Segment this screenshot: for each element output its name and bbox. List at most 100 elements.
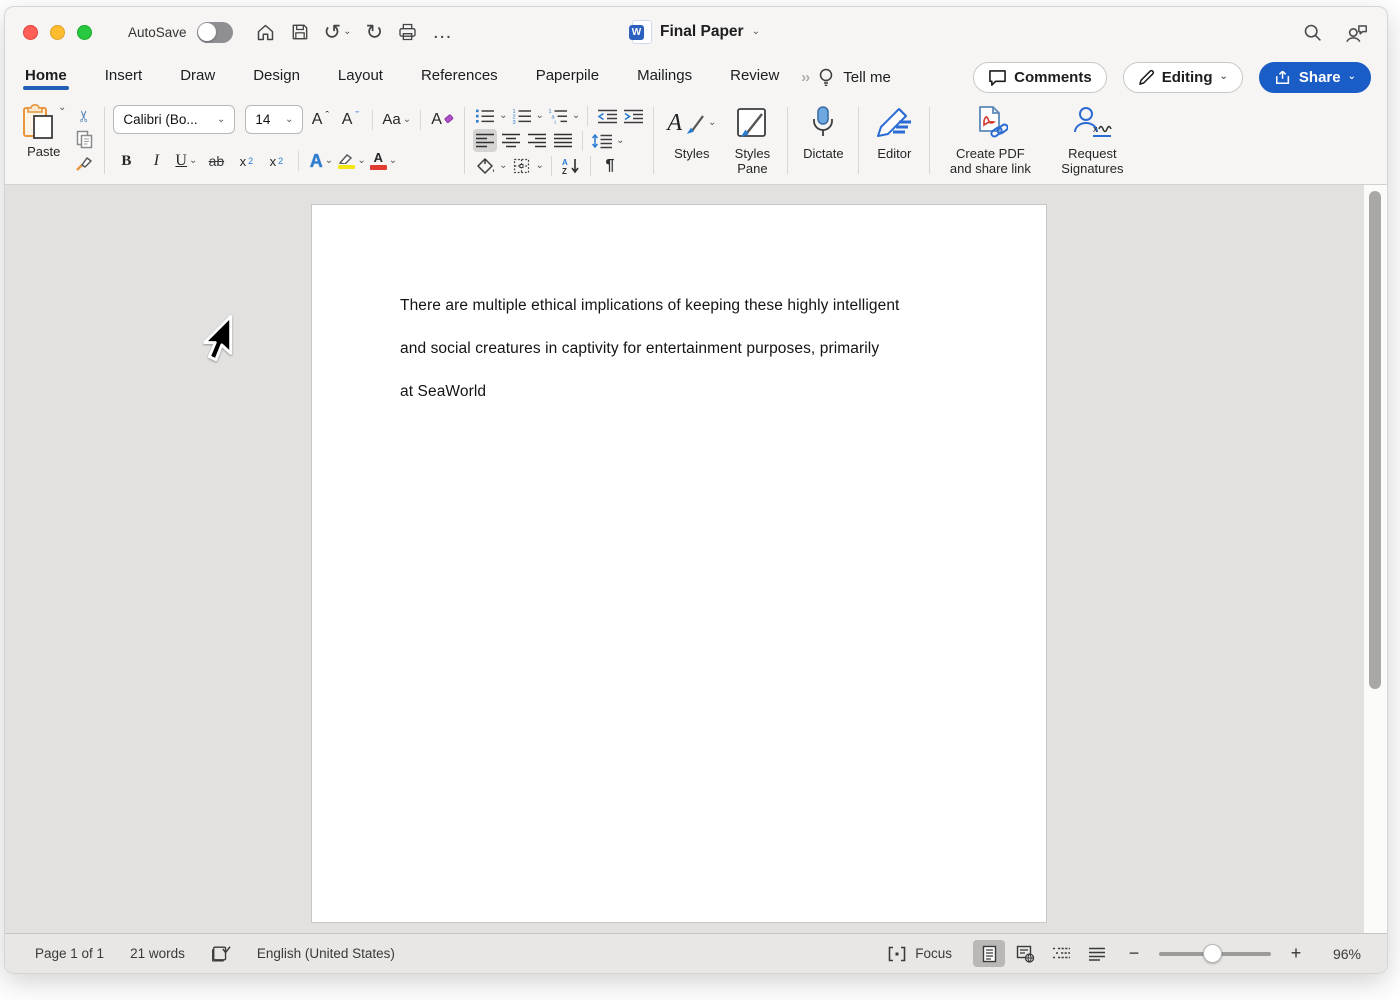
zoom-percentage[interactable]: 96% [1317, 946, 1361, 962]
word-count[interactable]: 21 words [130, 946, 185, 961]
tab-paperpile[interactable]: Paperpile [534, 61, 601, 94]
editor-button[interactable]: Editor [865, 97, 923, 184]
text-effects-button[interactable]: A ⌄ [308, 148, 334, 174]
sort-button[interactable]: AZ [559, 154, 583, 177]
tab-mailings[interactable]: Mailings [635, 61, 694, 94]
title-bar: AutoSave ↺ ⌄ ↻ … W Final Paper ⌄ [5, 7, 1387, 57]
create-pdf-share-link-button[interactable]: Create PDF and share link [936, 97, 1044, 184]
text-line[interactable]: and social creatures in captivity for en… [400, 327, 956, 370]
styles-button[interactable]: A ⌄ Styles [660, 97, 723, 184]
justify-button[interactable] [551, 129, 575, 152]
vertical-scrollbar[interactable] [1363, 185, 1387, 933]
document-title[interactable]: Final Paper [660, 23, 744, 41]
zoom-in-button[interactable]: + [1288, 943, 1304, 964]
subscript-button[interactable]: x2 [233, 148, 259, 174]
borders-button[interactable] [510, 154, 534, 177]
font-color-button[interactable]: A ⌄ [369, 148, 398, 174]
numbering-chevron-icon[interactable]: ⌄ [536, 110, 544, 121]
font-size-combobox[interactable]: 14 ⌄ [245, 105, 304, 134]
styles-pane-button[interactable]: Styles Pane [723, 97, 781, 184]
format-painter-button[interactable] [72, 152, 96, 174]
align-right-button[interactable] [525, 129, 549, 152]
superscript-button[interactable]: x2 [263, 148, 289, 174]
font-color-chevron-icon: ⌄ [388, 155, 398, 166]
multilevel-list-button[interactable]: 1ai [546, 104, 570, 127]
tell-me-button[interactable]: Tell me [843, 69, 891, 86]
sig-label-1: Request [1068, 146, 1117, 161]
tab-design[interactable]: Design [251, 61, 302, 94]
tab-insert[interactable]: Insert [103, 61, 145, 94]
shading-button[interactable] [473, 154, 497, 177]
tab-review[interactable]: Review [728, 61, 781, 94]
share-button[interactable]: Share ⌄ [1258, 61, 1371, 93]
editing-mode-dropdown[interactable]: Editing ⌄ [1122, 61, 1243, 93]
scrollbar-thumb[interactable] [1369, 191, 1381, 689]
tab-overflow-icon[interactable]: ›› [801, 69, 810, 86]
shrink-font-button[interactable]: Aˇ [337, 107, 363, 133]
change-case-button[interactable]: Aa ⌄ [382, 107, 411, 133]
dictate-button[interactable]: Dictate [794, 97, 852, 184]
font-name-combobox[interactable]: Calibri (Bo... ⌄ [113, 105, 236, 134]
print-layout-view-button[interactable] [973, 940, 1005, 967]
cut-button[interactable]: ✂ [72, 105, 96, 127]
underline-chevron-icon: ⌄ [188, 155, 198, 166]
zoom-out-button[interactable]: − [1126, 943, 1142, 964]
grow-font-button[interactable]: Aˆ [307, 107, 333, 133]
highlight-color-button[interactable]: ⌄ [338, 148, 366, 174]
language-status[interactable]: English (United States) [257, 946, 395, 961]
bold-button[interactable]: B [113, 148, 139, 174]
numbering-button[interactable]: 123 [510, 104, 534, 127]
minimize-button[interactable] [50, 24, 65, 40]
shading-chevron-icon[interactable]: ⌄ [499, 160, 507, 171]
zoom-slider[interactable] [1159, 943, 1271, 963]
text-line[interactable]: at SeaWorld [400, 370, 956, 413]
line-spacing-button[interactable] [590, 129, 614, 152]
line-spacing-chevron-icon[interactable]: ⌄ [616, 135, 624, 146]
document-page[interactable]: There are multiple ethical implications … [311, 204, 1047, 923]
underline-button[interactable]: U ⌄ [173, 148, 199, 174]
tab-draw[interactable]: Draw [178, 61, 217, 94]
borders-chevron-icon[interactable]: ⌄ [536, 160, 544, 171]
tab-home[interactable]: Home [23, 61, 69, 94]
focus-button[interactable]: Focus [887, 946, 952, 962]
draft-view-button[interactable] [1081, 940, 1113, 967]
autosave-toggle[interactable] [196, 21, 233, 43]
save-button[interactable] [290, 22, 310, 42]
clear-formatting-button[interactable]: A [430, 107, 456, 133]
text-effects-glyph: A [309, 150, 323, 171]
zoom-slider-thumb[interactable] [1203, 943, 1222, 963]
more-commands-button[interactable]: … [432, 21, 453, 44]
increase-indent-button[interactable] [621, 104, 645, 127]
request-signatures-button[interactable]: x Request Signatures [1044, 97, 1140, 184]
bullets-chevron-icon[interactable]: ⌄ [499, 110, 507, 121]
search-button[interactable] [1302, 22, 1323, 43]
undo-button[interactable]: ↺ ⌄ [324, 21, 352, 43]
decrease-indent-button[interactable] [595, 104, 619, 127]
outline-view-button[interactable] [1045, 940, 1077, 967]
strikethrough-button[interactable]: ab [203, 148, 229, 174]
fullscreen-button[interactable] [77, 24, 92, 40]
format-painter-icon [76, 157, 92, 171]
paste-button[interactable]: ⌄ Paste [21, 103, 66, 180]
tab-references[interactable]: References [419, 61, 500, 94]
home-button[interactable] [255, 22, 276, 43]
tab-layout[interactable]: Layout [336, 61, 385, 94]
print-button[interactable] [397, 22, 418, 42]
bullets-button[interactable] [473, 104, 497, 127]
copy-button[interactable] [72, 129, 96, 151]
redo-button[interactable]: ↻ [366, 21, 384, 43]
presence-button[interactable] [1345, 22, 1369, 43]
title-chevron-icon[interactable]: ⌄ [752, 27, 760, 37]
align-center-button[interactable] [499, 129, 523, 152]
text-line[interactable]: There are multiple ethical implications … [400, 284, 956, 327]
web-layout-view-button[interactable] [1009, 940, 1041, 967]
page-count[interactable]: Page 1 of 1 [35, 946, 104, 961]
align-left-button[interactable] [473, 129, 498, 152]
multilevel-chevron-icon[interactable]: ⌄ [572, 110, 580, 121]
close-button[interactable] [23, 24, 38, 40]
show-paragraph-marks-button[interactable]: ¶ [598, 154, 622, 177]
comments-button[interactable]: Comments [973, 61, 1107, 93]
proofing-status[interactable] [211, 945, 231, 962]
undo-chevron-icon: ⌄ [343, 26, 352, 37]
italic-button[interactable]: I [143, 148, 169, 174]
